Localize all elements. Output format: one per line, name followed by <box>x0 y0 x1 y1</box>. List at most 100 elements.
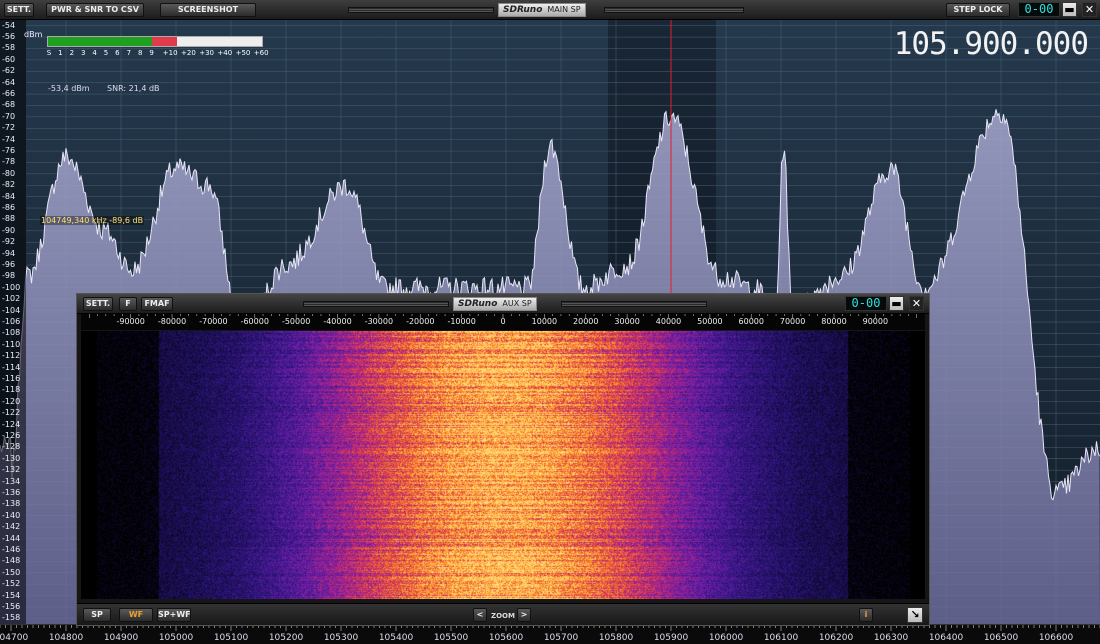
aux-close-button[interactable]: ✕ <box>909 296 924 311</box>
y-tick-label: -88 <box>2 214 16 224</box>
y-tick-label: -136 <box>2 487 21 497</box>
aux-ruler-label: 40000 <box>655 317 682 326</box>
power-readout: -53,4 dBm <box>48 84 90 93</box>
close-button[interactable]: ✕ <box>1082 2 1097 17</box>
y-tick-label: -124 <box>2 419 21 429</box>
x-tick-label: 105600 <box>488 633 524 643</box>
x-tick-label: 105400 <box>378 633 414 643</box>
meter-scale-label: S <box>46 49 52 57</box>
snr-readout: SNR: 21,4 dB <box>107 84 160 93</box>
zoom-out-button[interactable]: < <box>473 608 487 622</box>
aux-grip-left[interactable] <box>303 301 449 307</box>
x-tick-label: 105800 <box>598 633 634 643</box>
aux-ruler-label: -80000 <box>157 317 187 326</box>
y-tick-label: -62 <box>2 66 16 76</box>
screenshot-button[interactable]: SCREENSHOT <box>160 3 256 17</box>
aux-minimize-button[interactable]: ▬ <box>889 296 904 311</box>
aux-ruler-label: 50000 <box>697 317 723 326</box>
aux-ruler-label: 80000 <box>821 317 847 326</box>
y-tick-label: -74 <box>2 134 16 144</box>
waterfall-display[interactable] <box>81 331 925 599</box>
aux-toolbar: SETT. F FMAF SDRuno AUX SP 0-00 ▬ ✕ <box>77 294 929 314</box>
aux-vfo-display[interactable]: 0-00 <box>845 296 887 311</box>
y-tick-label: -122 <box>2 408 21 418</box>
aux-grip-right[interactable] <box>561 301 707 307</box>
y-tick-label: -120 <box>2 396 21 406</box>
y-tick-label: -60 <box>2 54 16 64</box>
aux-settings-button[interactable]: SETT. <box>83 297 113 311</box>
x-tick-label: 105200 <box>268 633 304 643</box>
info-button[interactable]: i <box>859 608 873 622</box>
zoom-label: ZOOM <box>491 612 515 620</box>
y-tick-label: -158 <box>2 613 21 623</box>
y-tick-label: -142 <box>2 522 21 532</box>
meter-scale-label: +10 <box>162 49 178 57</box>
aux-ruler-label: 20000 <box>573 317 599 326</box>
aux-ruler-label: 90000 <box>862 317 889 326</box>
settings-button[interactable]: SETT. <box>4 3 34 17</box>
x-tick-label: 106200 <box>818 633 854 643</box>
y-tick-label: -144 <box>2 533 21 543</box>
aux-fmaf-button[interactable]: FMAF <box>141 297 173 311</box>
aux-ruler-label: 0 <box>500 317 506 326</box>
x-tick-label: 105300 <box>323 633 359 643</box>
wf-mode-button[interactable]: WF <box>119 608 153 622</box>
meter-scale-label: 4 <box>92 49 97 57</box>
x-tick-label: 106500 <box>983 633 1019 643</box>
y-tick-label: -90 <box>2 225 16 235</box>
y-tick-label: -58 <box>2 43 16 53</box>
x-tick-label: 106400 <box>928 633 964 643</box>
meter-scale-label: +40 <box>217 49 233 57</box>
zoom-in-button[interactable]: > <box>517 608 531 622</box>
meter-scale-label: +30 <box>199 49 214 57</box>
pwr-snr-csv-button[interactable]: PWR & SNR TO CSV <box>46 3 144 17</box>
y-tick-label: -84 <box>2 191 16 201</box>
y-tick-label: -148 <box>2 556 21 566</box>
meter-scale-label: 9 <box>149 49 154 57</box>
frequency-display[interactable]: 105.900.000 <box>894 26 1089 62</box>
x-tick-label: 104900 <box>103 633 139 643</box>
y-tick-label: -70 <box>2 111 16 121</box>
y-tick-label: -130 <box>2 453 21 463</box>
meter-scale-label: +60 <box>253 49 269 57</box>
y-tick-label: -106 <box>2 317 21 326</box>
x-tick-label: 106300 <box>873 633 909 643</box>
meter-scale-label: 3 <box>80 49 86 57</box>
vfo-display[interactable]: 0-00 <box>1018 2 1060 17</box>
aux-sp-label: AUX SP <box>502 299 532 308</box>
aux-ruler-label: -50000 <box>281 317 311 326</box>
aux-f-button[interactable]: F <box>119 297 137 311</box>
sp-mode-button[interactable]: SP <box>83 608 111 622</box>
title-grip-left[interactable] <box>348 7 494 13</box>
y-tick-label: -104 <box>2 305 21 315</box>
y-tick-label: -110 <box>2 339 21 349</box>
y-tick-label: -132 <box>2 465 21 475</box>
y-tick-label: -118 <box>2 385 21 395</box>
spwf-mode-button[interactable]: SP+WF <box>157 608 191 622</box>
y-tick-label: -66 <box>2 89 16 99</box>
y-tick-label: -98 <box>2 271 16 281</box>
meter-fill-over <box>151 37 177 46</box>
resize-button[interactable]: ↘ <box>907 607 923 623</box>
title-grip-right[interactable] <box>604 7 744 13</box>
meter-scale-label: 8 <box>137 49 143 57</box>
meter-scale-label: 1 <box>58 49 63 57</box>
y-tick-label: -146 <box>2 544 21 554</box>
meter-fill-s <box>48 37 152 46</box>
y-tick-label: -156 <box>2 601 21 611</box>
aux-sdruno-logo: SDRuno <box>458 299 498 309</box>
y-tick-label: -116 <box>2 373 21 383</box>
y-tick-label: -140 <box>2 510 21 520</box>
aux-ruler-label: -10000 <box>447 317 476 326</box>
meter-scale-label: 6 <box>115 49 120 57</box>
y-tick-label: -150 <box>2 567 21 577</box>
aux-ruler-label: 60000 <box>738 317 764 326</box>
minimize-button[interactable]: ▬ <box>1062 2 1077 17</box>
aux-ruler-label: 30000 <box>614 317 640 326</box>
meter-scale-label: +50 <box>235 49 251 57</box>
step-lock-button[interactable]: STEP LOCK <box>946 3 1010 17</box>
aux-sp-title: SDRuno AUX SP <box>453 297 537 311</box>
y-tick-label: -154 <box>2 590 21 600</box>
y-tick-label: -78 <box>2 157 16 167</box>
x-axis: 104700 104800 104900 105000 105100 105200 1053… <box>0 624 1100 644</box>
